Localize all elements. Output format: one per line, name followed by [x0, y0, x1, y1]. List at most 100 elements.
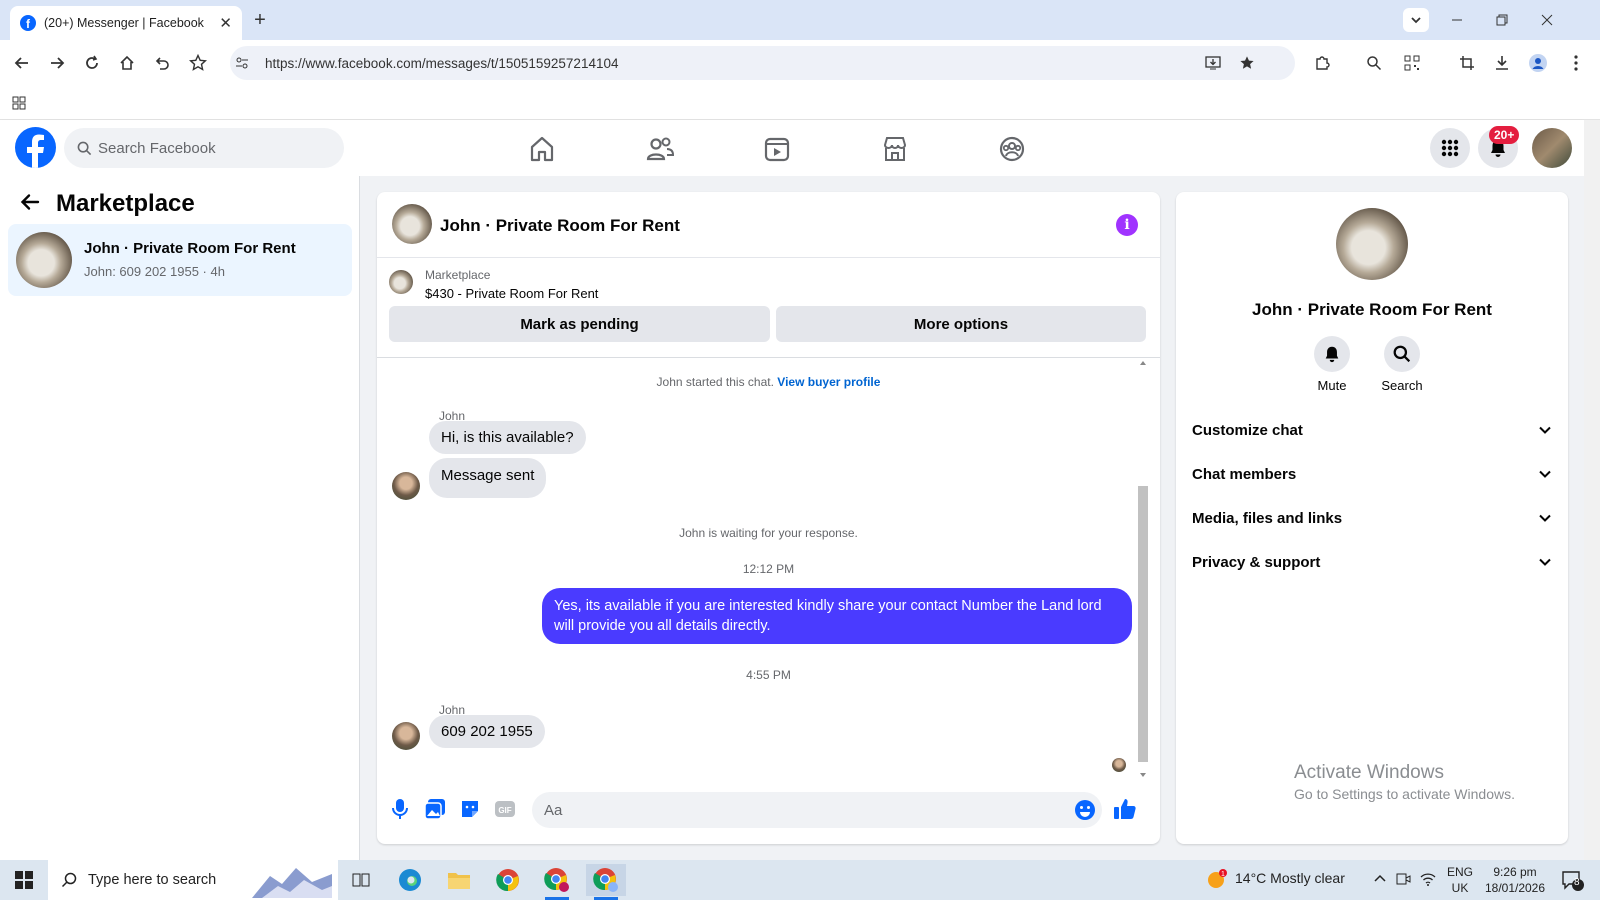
privacy-support-row[interactable]: Privacy & support [1192, 542, 1552, 582]
bookmark-page-star-icon[interactable] [1238, 54, 1256, 72]
crop-screenshot-icon[interactable] [1455, 51, 1479, 75]
listing-large-avatar[interactable] [1336, 208, 1408, 280]
message-bubble[interactable]: Hi, is this available? [429, 421, 586, 454]
chrome-icon[interactable] [488, 864, 528, 896]
view-buyer-profile-link[interactable]: View buyer profile [777, 375, 880, 389]
chat-listing-avatar[interactable] [392, 204, 432, 244]
chat-members-row[interactable]: Chat members [1192, 454, 1552, 494]
message-bubble[interactable]: 609 202 1955 [429, 715, 545, 748]
taskbar-search-input[interactable]: Type here to search [48, 860, 338, 900]
downloads-icon[interactable] [1490, 51, 1514, 75]
chat-scrollbar[interactable] [1138, 358, 1148, 782]
home-icon[interactable] [115, 51, 139, 75]
nav-marketplace-icon[interactable] [880, 134, 910, 164]
conversation-name: John · Private Room For Rent [84, 240, 296, 257]
browser-tab[interactable]: f (20+) Messenger | Facebook ✕ [10, 6, 242, 40]
sender-avatar[interactable] [392, 722, 420, 750]
nav-groups-icon[interactable] [997, 134, 1027, 164]
bookmark-star-icon[interactable] [186, 51, 210, 75]
file-explorer-icon[interactable] [439, 864, 479, 896]
media-files-links-row[interactable]: Media, files and links [1192, 498, 1552, 538]
page-title: Marketplace [56, 190, 195, 217]
facebook-logo-icon[interactable] [15, 127, 56, 168]
show-hidden-icons-chevron-icon[interactable] [1373, 872, 1387, 886]
activate-windows-watermark: Activate Windows Go to Settings to activ… [1294, 762, 1515, 802]
message-input[interactable]: Aa [532, 792, 1102, 828]
chrome-profile-icon[interactable] [537, 864, 577, 900]
mute-action[interactable]: Mute [1302, 336, 1362, 393]
microphone-icon[interactable] [390, 798, 410, 820]
mute-label: Mute [1317, 378, 1347, 393]
zoom-search-icon[interactable] [1362, 51, 1386, 75]
outgoing-message-bubble[interactable]: Yes, its available if you are interested… [542, 588, 1132, 644]
photo-icon[interactable] [424, 798, 446, 820]
facebook-favicon-icon: f [20, 15, 36, 31]
extensions-puzzle-icon[interactable] [1310, 51, 1334, 75]
clock-date: 18/01/2026 [1484, 881, 1546, 895]
window-minimize-icon[interactable] [1445, 8, 1469, 32]
edge-browser-icon[interactable] [390, 864, 430, 896]
action-center-icon[interactable]: 8 [1560, 868, 1584, 892]
page-scrollbar[interactable] [1584, 120, 1600, 860]
row-label: Privacy & support [1192, 553, 1321, 571]
back-arrow-icon[interactable] [20, 192, 40, 212]
scrollbar-thumb[interactable] [1138, 486, 1148, 762]
conversation-item[interactable]: John · Private Room For Rent John: 609 2… [8, 224, 352, 296]
wifi-icon[interactable] [1420, 871, 1436, 887]
task-view-icon[interactable] [341, 864, 381, 896]
scroll-down-icon[interactable] [1138, 770, 1148, 780]
mark-as-pending-button[interactable]: Mark as pending [389, 306, 770, 342]
language-indicator[interactable]: ENG UK [1447, 864, 1473, 896]
emoji-icon[interactable] [1074, 799, 1096, 821]
sticker-icon[interactable] [459, 798, 481, 820]
browser-menu-icon[interactable] [1564, 51, 1588, 75]
marketplace-listing-banner: Marketplace $430 - Private Room For Rent… [377, 258, 1160, 358]
bookmarks-bar [0, 86, 1600, 120]
profile-icon[interactable] [1526, 51, 1550, 75]
apps-grid-icon[interactable] [10, 94, 28, 112]
waiting-note: John is waiting for your response. [679, 526, 858, 540]
install-app-icon[interactable] [1204, 54, 1222, 72]
chrome-active-window-icon[interactable] [586, 864, 626, 900]
svg-text:GIF: GIF [498, 806, 511, 815]
tab-close-button[interactable]: ✕ [219, 14, 232, 32]
facebook-search-input[interactable]: Search Facebook [64, 128, 344, 168]
customize-chat-row[interactable]: Customize chat [1192, 410, 1552, 450]
more-options-button[interactable]: More options [776, 306, 1146, 342]
sender-avatar[interactable] [392, 472, 420, 500]
bell-icon[interactable] [1314, 336, 1350, 372]
message-thread: John started this chat. View buyer profi… [377, 358, 1160, 782]
new-tab-button[interactable]: + [248, 8, 272, 32]
address-bar[interactable]: https://www.facebook.com/messages/t/1505… [230, 46, 1295, 80]
window-close-icon[interactable] [1535, 8, 1559, 32]
weather-text[interactable]: 14°C Mostly clear [1235, 870, 1345, 886]
back-arrow-icon[interactable] [10, 51, 34, 75]
undo-icon[interactable] [150, 51, 174, 75]
reload-icon[interactable] [80, 51, 104, 75]
site-settings-icon[interactable] [234, 55, 250, 71]
system-clock[interactable]: 9:26 pm 18/01/2026 [1480, 864, 1550, 896]
forward-arrow-icon[interactable] [45, 51, 69, 75]
listing-title[interactable]: $430 - Private Room For Rent [425, 286, 598, 301]
windows-start-icon[interactable] [4, 864, 44, 896]
qr-code-icon[interactable] [1400, 51, 1424, 75]
info-icon[interactable]: i [1116, 214, 1138, 236]
gif-icon[interactable]: GIF [494, 798, 516, 820]
taskbar-search-placeholder: Type here to search [88, 872, 217, 888]
window-restore-icon[interactable] [1490, 8, 1514, 32]
tab-search-chevron-icon[interactable] [1403, 8, 1429, 32]
nav-watch-icon[interactable] [762, 134, 792, 164]
menu-grid-button[interactable] [1430, 128, 1470, 168]
message-bubble[interactable]: Message sent [429, 458, 547, 498]
chat-title[interactable]: John · Private Room For Rent [440, 216, 680, 236]
weather-icon[interactable]: 1 [1206, 868, 1230, 892]
nav-home-icon[interactable] [527, 134, 557, 164]
search-icon[interactable] [1384, 336, 1420, 372]
meet-now-icon[interactable] [1395, 871, 1411, 887]
like-thumbs-up-icon[interactable] [1113, 797, 1137, 821]
account-avatar[interactable] [1532, 128, 1572, 168]
scroll-up-icon[interactable] [1138, 358, 1148, 368]
search-action[interactable]: Search [1372, 336, 1432, 393]
nav-friends-icon[interactable] [645, 134, 675, 164]
activate-title: Activate Windows [1294, 762, 1444, 783]
